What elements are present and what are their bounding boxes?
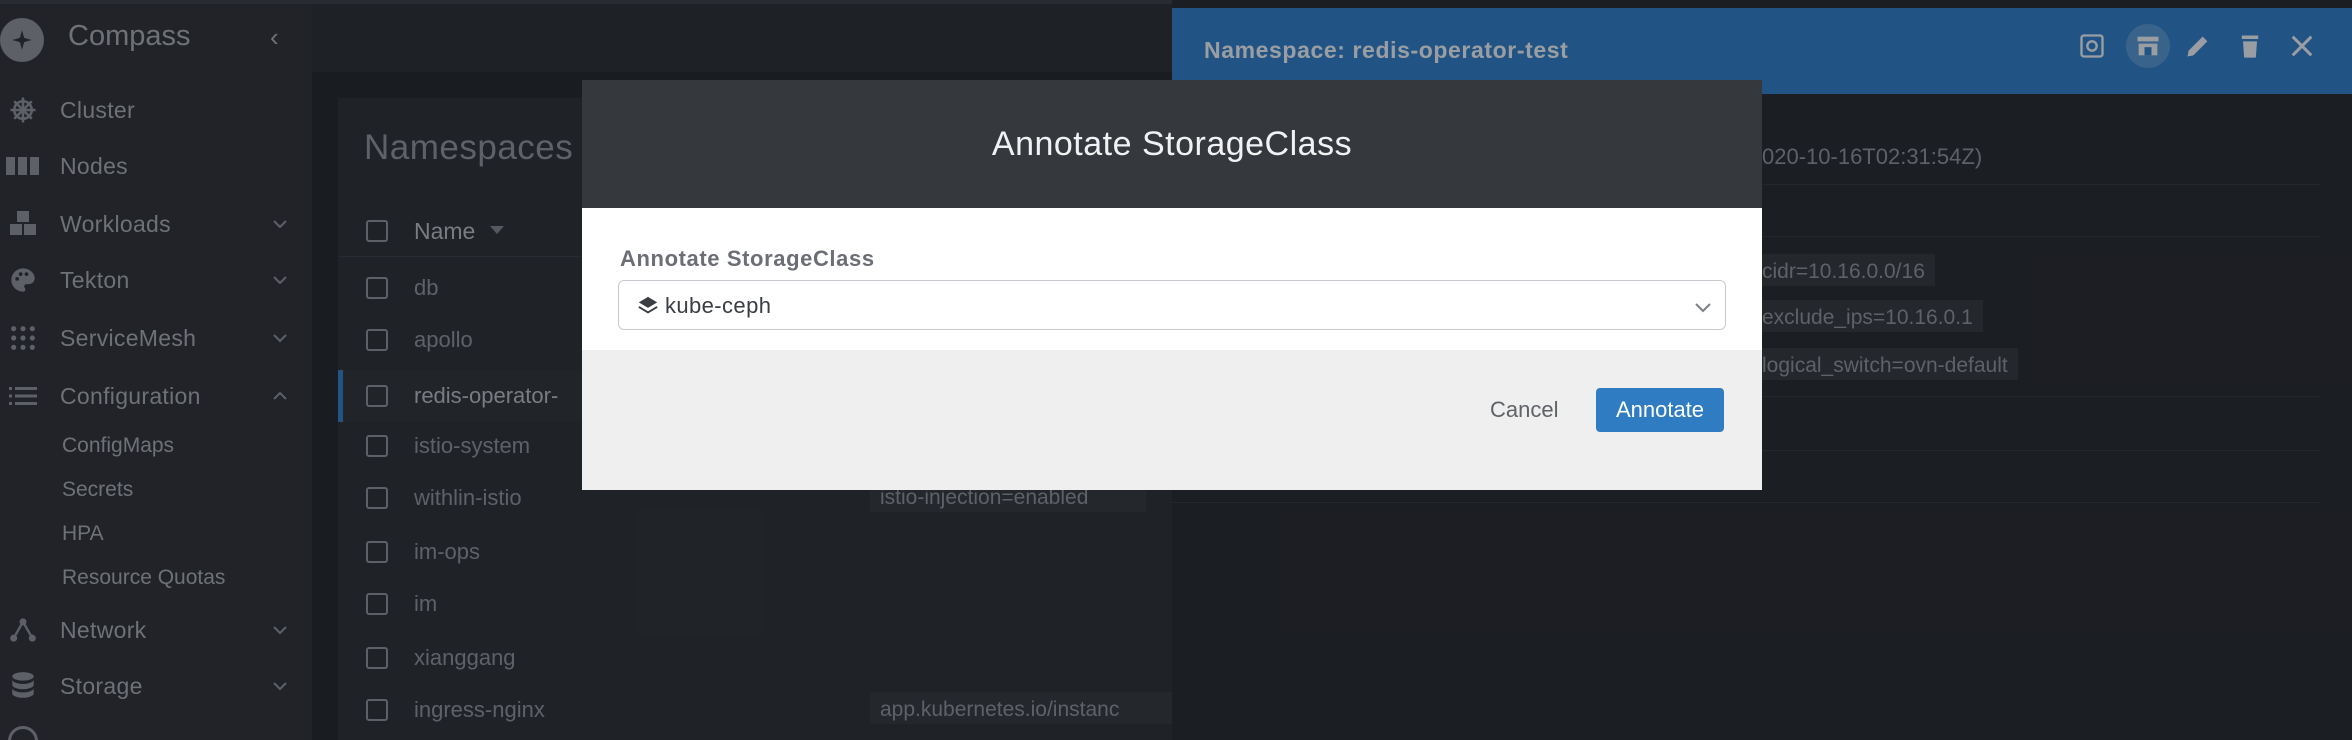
modal-body: Annotate StorageClass kube-ceph (582, 208, 1762, 350)
select-value: kube-ceph (665, 293, 772, 318)
cancel-button[interactable]: Cancel (1478, 388, 1570, 432)
annotate-modal: Annotate StorageClass Annotate StorageCl… (582, 80, 1762, 490)
annotate-button[interactable]: Annotate (1596, 388, 1724, 432)
chevron-down-icon[interactable] (1693, 297, 1713, 317)
modal-footer: Cancel Annotate (582, 350, 1762, 490)
storageclass-select[interactable]: kube-ceph (618, 280, 1726, 330)
modal-title: Annotate StorageClass (991, 124, 1353, 163)
modal-header: Annotate StorageClass (582, 80, 1762, 208)
field-label: Annotate StorageClass (620, 246, 875, 271)
layers-icon (638, 296, 658, 314)
